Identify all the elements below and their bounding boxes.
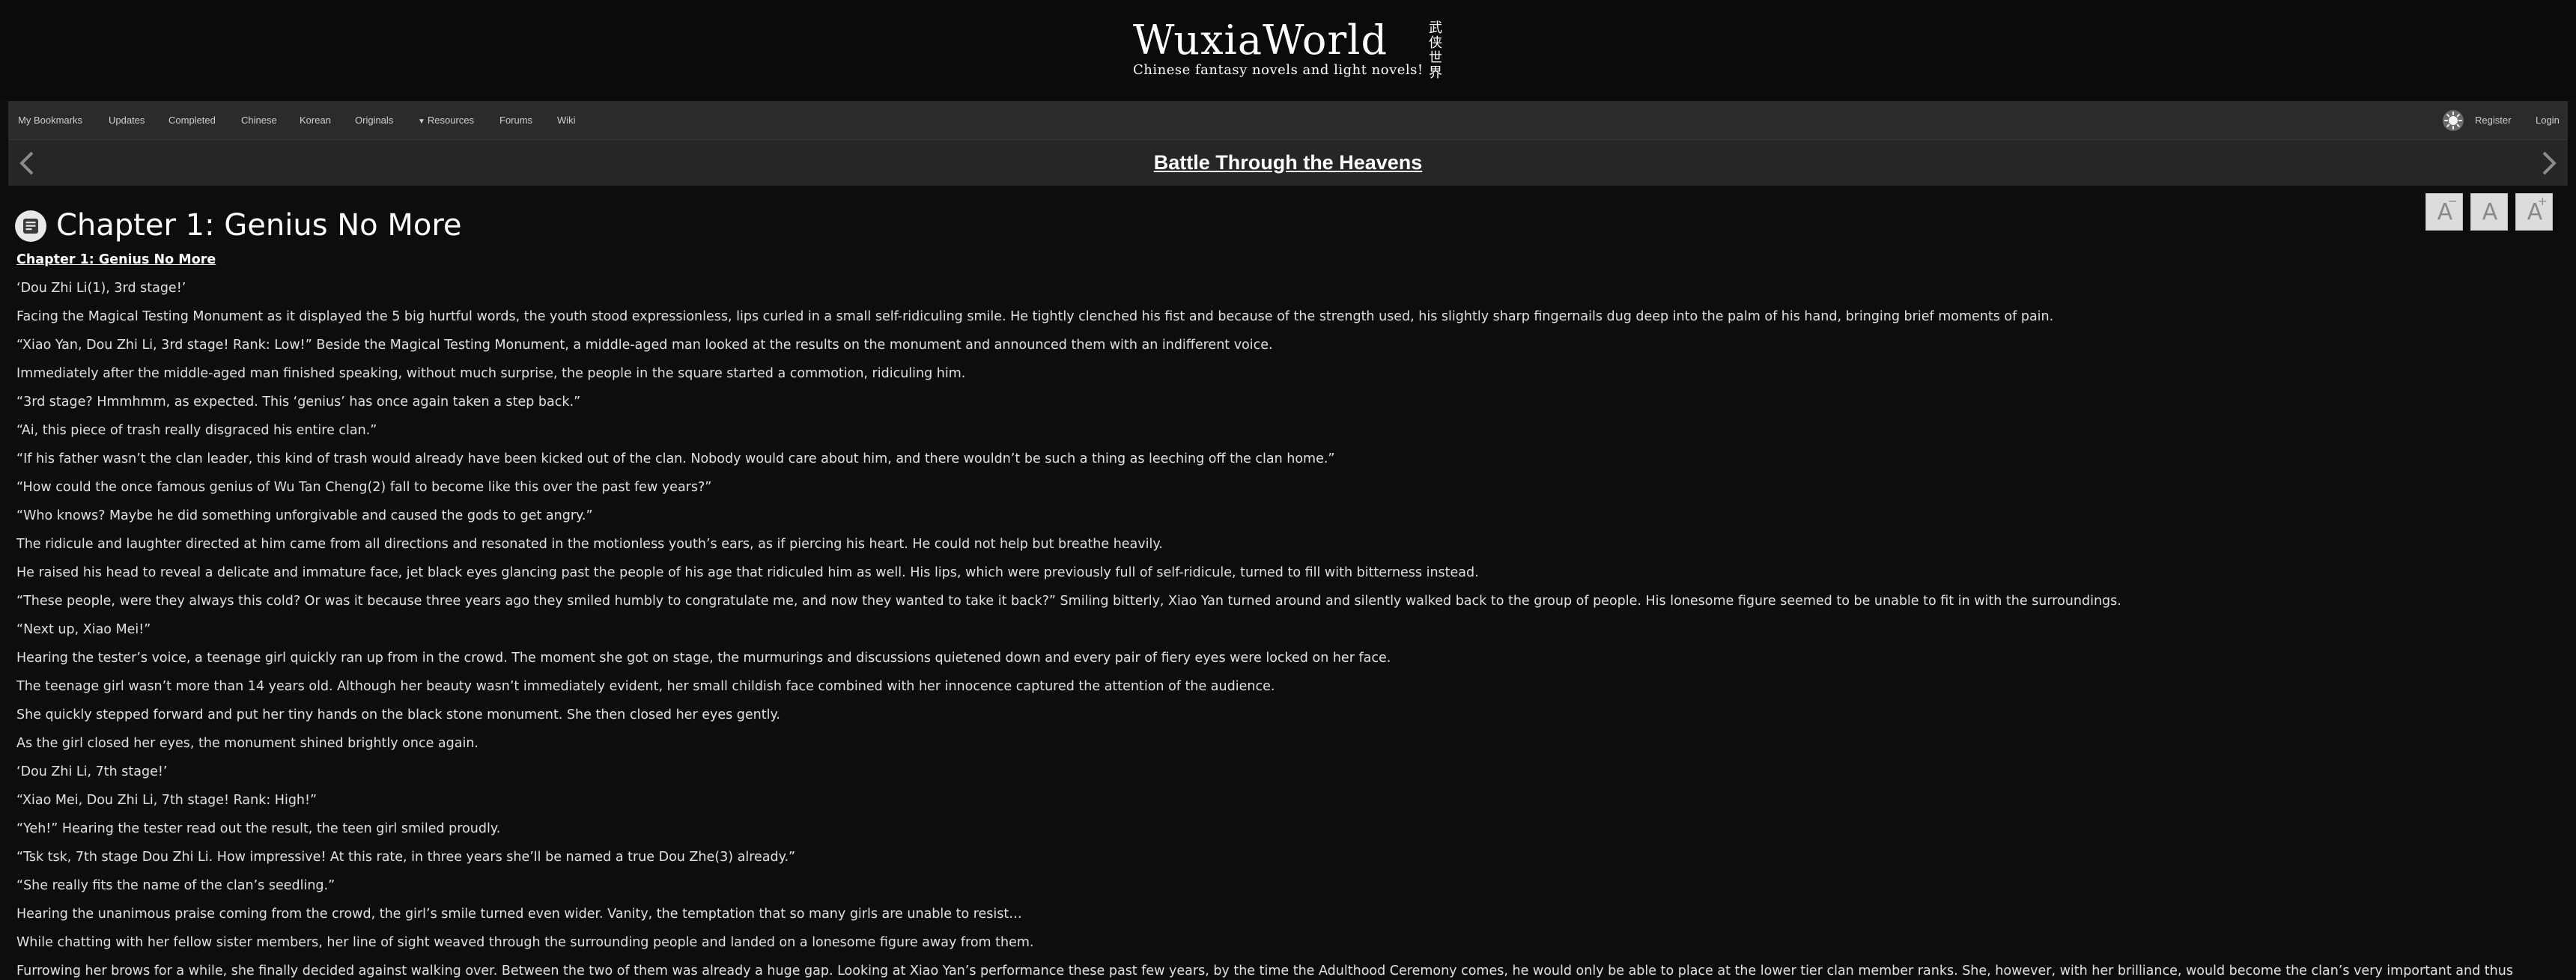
- novel-title-link[interactable]: Battle Through the Heavens: [8, 140, 2568, 186]
- paragraph: “Next up, Xiao Mei!”: [16, 622, 151, 637]
- chapter-title: Chapter 1: Genius No More: [56, 208, 462, 243]
- paragraph: “Ai, this piece of trash really disgrace…: [16, 423, 377, 438]
- nav-resources-label: Resources: [427, 115, 475, 126]
- nav-register[interactable]: Register: [2475, 101, 2511, 139]
- paragraph: ‘Dou Zhi Li(1), 3rd stage!’: [16, 281, 186, 296]
- site-logo[interactable]: WuxiaWorld Chinese fantasy novels and li…: [1133, 16, 1448, 84]
- paragraph: “Tsk tsk, 7th stage Dou Zhi Li. How impr…: [16, 850, 796, 865]
- nav-forums[interactable]: Forums: [499, 101, 532, 139]
- sun-icon[interactable]: [2443, 110, 2464, 131]
- logo-tagline: Chinese fantasy novels and light novels!: [1133, 62, 1424, 78]
- main-navbar: My Bookmarks Updates Completed Chinese K…: [8, 101, 2568, 140]
- paragraph: ‘Dou Zhi Li, 7th stage!’: [16, 764, 168, 779]
- site-header: WuxiaWorld Chinese fantasy novels and li…: [0, 0, 2576, 100]
- document-icon: [15, 210, 46, 242]
- nav-originals[interactable]: Originals: [355, 101, 393, 139]
- chevron-right-icon[interactable]: [2536, 150, 2560, 176]
- paragraph: Hearing the unanimous praise coming from…: [16, 907, 1022, 922]
- paragraph: While chatting with her fellow sister me…: [16, 935, 1034, 950]
- paragraph: Hearing the tester’s voice, a teenage gi…: [16, 651, 1391, 666]
- nav-login[interactable]: Login: [2536, 101, 2560, 139]
- font-decrease-label: A: [2437, 199, 2453, 225]
- paragraph: “Xiao Yan, Dou Zhi Li, 3rd stage! Rank: …: [16, 338, 1273, 353]
- chapter-heading-link[interactable]: Chapter 1: Genius No More: [16, 246, 2563, 274]
- page: { "site": { "logo_main": "WuxiaWorld", "…: [0, 0, 2576, 980]
- nav-completed[interactable]: Completed: [168, 101, 216, 139]
- paragraph: As the girl closed her eyes, the monumen…: [16, 736, 479, 751]
- paragraph: He raised his head to reveal a delicate …: [16, 565, 1479, 580]
- font-reset-button[interactable]: A: [2470, 193, 2508, 231]
- nav-wiki[interactable]: Wiki: [557, 101, 576, 139]
- chevron-down-icon: ▼: [418, 118, 425, 126]
- font-increase-label: A: [2527, 199, 2543, 225]
- nav-korean[interactable]: Korean: [300, 101, 331, 139]
- paragraph: “Yeh!” Hearing the tester read out the r…: [16, 821, 501, 836]
- paragraph: “Xiao Mei, Dou Zhi Li, 7th stage! Rank: …: [16, 793, 318, 808]
- nav-chinese[interactable]: Chinese: [241, 101, 277, 139]
- minus-icon: −: [2447, 194, 2458, 208]
- nav-updates[interactable]: Updates: [109, 101, 145, 139]
- paragraph: “She really fits the name of the clan’s …: [16, 878, 335, 893]
- paragraph: She quickly stepped forward and put her …: [16, 707, 780, 722]
- paragraph: “If his father wasn’t the clan leader, t…: [16, 451, 1335, 466]
- nav-my-bookmarks[interactable]: My Bookmarks: [18, 101, 82, 139]
- font-decrease-button[interactable]: A −: [2425, 193, 2463, 231]
- paragraph: “These people, were they always this col…: [16, 594, 2121, 609]
- logo-title: WuxiaWorld: [1133, 16, 1388, 64]
- chapter-content: Chapter 1: Genius No More ‘Dou Zhi Li(1)…: [16, 246, 2563, 980]
- paragraph: Immediately after the middle-aged man fi…: [16, 366, 966, 381]
- logo-cjk-text: 武侠世界: [1429, 20, 1442, 81]
- nav-resources[interactable]: ▼ Resources: [418, 101, 474, 139]
- paragraph: “Who knows? Maybe he did something unfor…: [16, 508, 593, 523]
- paragraph: Facing the Magical Testing Monument as i…: [16, 309, 2054, 324]
- font-reset-label: A: [2482, 199, 2498, 225]
- novel-titlebar: Battle Through the Heavens: [8, 140, 2568, 186]
- paragraph: “How could the once famous genius of Wu …: [16, 480, 712, 495]
- font-increase-button[interactable]: A +: [2515, 193, 2553, 231]
- plus-icon: +: [2537, 194, 2548, 208]
- paragraph: Furrowing her brows for a while, she fin…: [16, 964, 2513, 979]
- paragraph: The teenage girl wasn’t more than 14 yea…: [16, 679, 1275, 694]
- paragraph: The ridicule and laughter directed at hi…: [16, 537, 1163, 552]
- paragraph: “3rd stage? Hmmhmm, as expected. This ‘g…: [16, 395, 581, 410]
